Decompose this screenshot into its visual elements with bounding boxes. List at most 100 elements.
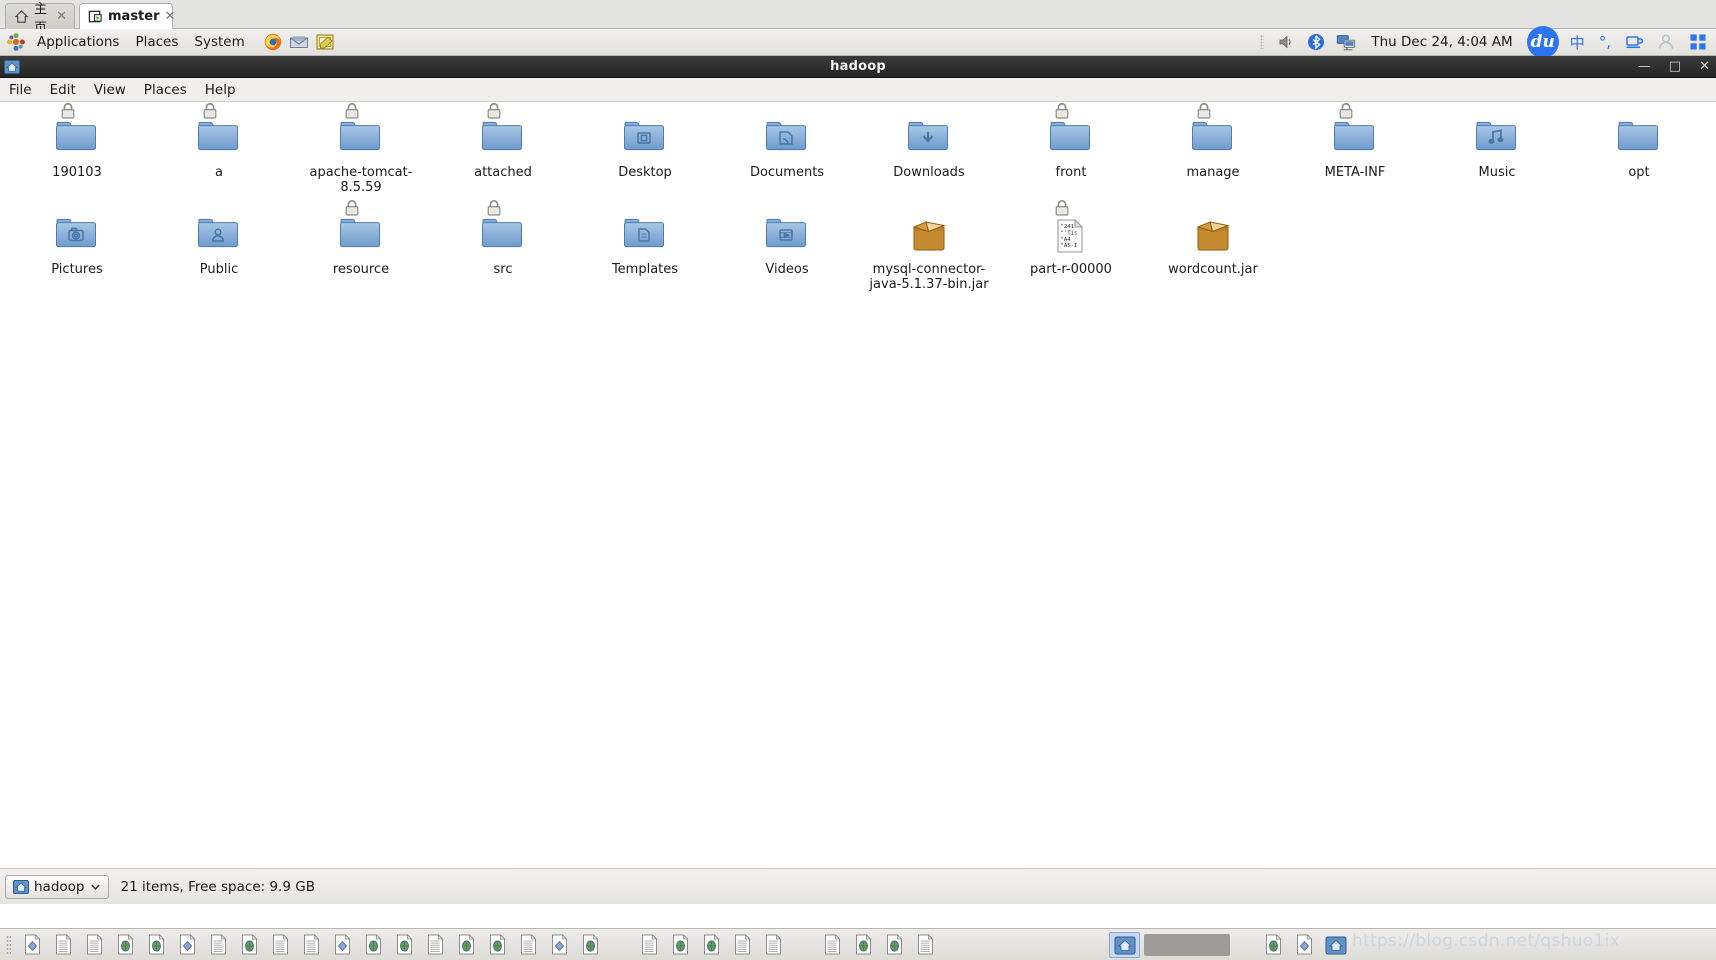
folder-desktop-icon (622, 107, 668, 159)
file-item[interactable]: Desktop (574, 107, 716, 180)
taskbar-window-button-secondary[interactable] (1144, 933, 1230, 956)
file-item[interactable]: resource (290, 199, 432, 277)
email-icon[interactable] (289, 32, 309, 52)
taskbar-window-button[interactable] (1258, 932, 1289, 958)
taskbar-window-button[interactable] (451, 932, 482, 958)
menu-help[interactable]: Help (196, 78, 245, 102)
folder-icon (54, 103, 100, 159)
taskbar-window-button[interactable] (48, 932, 79, 958)
file-item-label: 190103 (52, 165, 102, 180)
taskbar-window-button[interactable] (172, 932, 203, 958)
taskbar-window-button[interactable] (265, 932, 296, 958)
taskbar-window-button[interactable] (203, 932, 234, 958)
tab-master[interactable]: master ✕ (79, 3, 176, 29)
taskbar-window-button[interactable] (879, 932, 910, 958)
taskbar-window-button[interactable] (817, 932, 848, 958)
file-icon-view[interactable]: 190103 a apache-tomcat-8.5.59 attached Deskt… (0, 103, 1716, 868)
bluetooth-icon[interactable] (1306, 32, 1326, 52)
file-item[interactable]: opt (1568, 107, 1710, 180)
file-item[interactable]: Music (1426, 107, 1568, 180)
firefox-icon[interactable] (263, 32, 283, 52)
window-minimize-button[interactable]: — (1638, 60, 1651, 73)
file-item[interactable]: Templates (574, 204, 716, 277)
text-editor-icon[interactable] (315, 32, 335, 52)
file-item[interactable]: Downloads (858, 107, 1000, 180)
taskbar-window-button[interactable] (110, 932, 141, 958)
taskbar-window-button[interactable] (910, 932, 941, 958)
lock-icon (1197, 103, 1211, 119)
window-close-button[interactable]: ✕ (1699, 60, 1710, 73)
volume-icon[interactable] (1276, 32, 1296, 52)
file-item[interactable]: apache-tomcat-8.5.59 (290, 103, 432, 196)
taskbar-window-button[interactable] (482, 932, 513, 958)
tray-cup-icon[interactable] (1624, 32, 1644, 52)
taskbar-window-button[interactable] (141, 932, 172, 958)
taskbar-window-button[interactable] (727, 932, 758, 958)
file-item[interactable]: src (432, 199, 574, 277)
folder-icon (338, 103, 384, 159)
taskbar-window-button[interactable] (17, 932, 48, 958)
file-item[interactable]: Pictures (6, 204, 148, 277)
ime-punctuation-toggle[interactable]: °, (1592, 33, 1618, 51)
ime-language-toggle[interactable]: 中 (1563, 32, 1592, 53)
menu-places[interactable]: Places (127, 29, 186, 56)
window-maximize-button[interactable]: □ (1669, 60, 1681, 73)
window-statusbar: hadoop 21 items, Free space: 9.9 GB (0, 868, 1716, 904)
tray-user-icon[interactable] (1656, 32, 1676, 52)
taskbar-window-button[interactable] (665, 932, 696, 958)
file-item[interactable]: wordcount.jar (1142, 204, 1284, 277)
panel-clock[interactable]: Thu Dec 24, 4:04 AM (1361, 34, 1522, 50)
taskbar-window-button[interactable] (389, 932, 420, 958)
taskbar-window-button[interactable] (696, 932, 727, 958)
network-icon[interactable] (1336, 32, 1356, 52)
file-item[interactable]: META-INF (1284, 103, 1426, 180)
lock-icon (1055, 103, 1069, 119)
taskbar-window-button[interactable] (848, 932, 879, 958)
menu-view[interactable]: View (85, 78, 135, 102)
menu-system[interactable]: System (186, 29, 252, 56)
taskbar-window-button-active[interactable] (1109, 931, 1140, 958)
file-item[interactable]: manage (1142, 103, 1284, 180)
menu-applications[interactable]: Applications (29, 29, 127, 56)
file-item[interactable]: attached (432, 103, 574, 180)
taskbar-window-button[interactable] (79, 932, 110, 958)
file-item[interactable]: Public (148, 204, 290, 277)
window-titlebar[interactable]: hadoop — □ ✕ (0, 56, 1716, 78)
tray-drag-handle[interactable] (1260, 35, 1265, 49)
window-title: hadoop (830, 59, 886, 74)
lock-icon (487, 199, 501, 216)
menu-places[interactable]: Places (135, 78, 196, 102)
file-item[interactable]: mysql-connector-java-5.1.37-bin.jar (858, 204, 1000, 293)
applications-menu-icon[interactable] (6, 32, 26, 52)
file-item[interactable]: a (148, 103, 290, 180)
taskbar-drag-handle[interactable] (6, 934, 11, 955)
taskbar-window-button[interactable] (544, 932, 575, 958)
window-menubar: File Edit View Places Help (0, 78, 1716, 102)
file-item[interactable]: front (1000, 103, 1142, 180)
baidu-ime-badge[interactable]: du (1526, 26, 1559, 58)
menu-edit[interactable]: Edit (41, 78, 85, 102)
taskbar-window-button[interactable] (234, 932, 265, 958)
menu-file[interactable]: File (0, 78, 41, 102)
chevron-down-icon (90, 884, 100, 891)
taskbar-window-button[interactable] (420, 932, 451, 958)
tab-master-close-icon[interactable]: ✕ (165, 9, 176, 24)
file-item[interactable]: Documents (716, 107, 858, 180)
taskbar-window-button[interactable] (296, 932, 327, 958)
taskbar-window-button[interactable] (634, 932, 665, 958)
file-item[interactable]: Videos (716, 204, 858, 277)
file-item[interactable]: "241 "'Tis "A4 "A5-I part-r-00000 (1000, 199, 1142, 277)
taskbar-window-button[interactable] (513, 932, 544, 958)
path-dropdown-button[interactable]: hadoop (5, 874, 109, 899)
file-item[interactable]: 190103 (6, 103, 148, 180)
taskbar-window-button[interactable] (575, 932, 606, 958)
file-item-label: resource (332, 262, 390, 277)
taskbar-file-manager-button[interactable] (1320, 932, 1351, 958)
tray-apps-icon[interactable] (1688, 32, 1708, 52)
taskbar-window-button[interactable] (358, 932, 389, 958)
taskbar-window-button[interactable] (758, 932, 789, 958)
taskbar-window-button[interactable] (1289, 932, 1320, 958)
taskbar-window-button[interactable] (327, 932, 358, 958)
tab-home[interactable]: 主页 ✕ (5, 2, 75, 36)
tab-home-close-icon[interactable]: ✕ (56, 9, 67, 24)
